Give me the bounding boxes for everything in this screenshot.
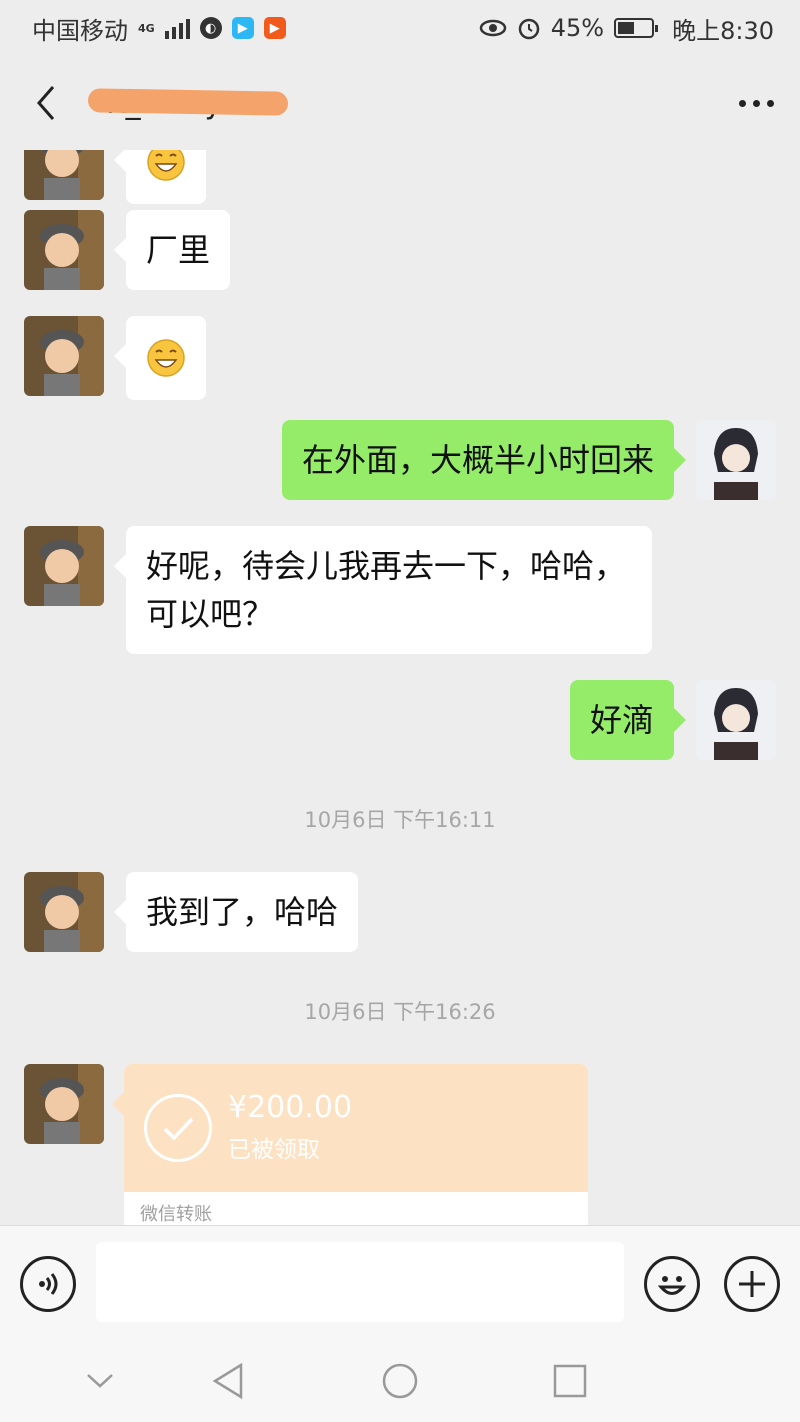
video-app-icon: ▶ <box>231 17 254 39</box>
message-text: 我到了，哈哈 <box>146 893 339 931</box>
message-text: 厂里 <box>146 231 211 269</box>
message-bubble[interactable] <box>114 150 206 204</box>
self-avatar[interactable] <box>696 420 776 500</box>
transfer-card[interactable]: ¥200.00 已被领取 微信转账 <box>124 1064 588 1225</box>
collapse-icon[interactable] <box>80 1361 120 1401</box>
message-bubble[interactable]: 好滴 <box>569 680 687 760</box>
clock: 晚上8:30 <box>672 16 774 45</box>
contact-avatar[interactable] <box>24 150 104 200</box>
self-avatar[interactable] <box>696 680 776 760</box>
recents-nav-icon[interactable] <box>550 1361 590 1401</box>
back-nav-icon[interactable] <box>208 1361 248 1401</box>
contact-avatar[interactable] <box>24 872 104 952</box>
message-text: 在外面，大概半小时回来 <box>301 441 654 479</box>
contact-avatar[interactable] <box>24 1064 104 1144</box>
message-text: 好滴 <box>589 701 654 739</box>
transfer-amount: ¥200.00 <box>228 1090 353 1125</box>
back-icon[interactable] <box>26 83 66 123</box>
media-app-icon: ▶ <box>263 17 286 39</box>
eye-icon <box>479 19 506 37</box>
battery-icon <box>614 18 659 38</box>
message-bubble[interactable]: 我到了，哈哈 <box>113 872 359 952</box>
contact-avatar[interactable] <box>24 210 104 290</box>
message-list[interactable]: 厂里 在外面，大概半小时回来 好呢，待会儿我再去一下，哈哈，可以吧？ 好滴 10… <box>0 150 800 1225</box>
transfer-tail <box>112 1092 124 1116</box>
message-bubble[interactable]: 在外面，大概半小时回来 <box>281 420 687 500</box>
check-circle-icon <box>144 1094 212 1162</box>
grinning-face-icon <box>147 339 185 377</box>
contact-avatar[interactable] <box>24 316 104 396</box>
signal-icon <box>164 17 190 39</box>
message-text: 好呢，待会儿我再去一下，哈哈，可以吧？ <box>146 547 627 633</box>
message-input[interactable] <box>96 1242 624 1322</box>
chat-header: K_Lemy <box>0 56 800 150</box>
carrier-name: 中国移动 <box>32 16 128 45</box>
transfer-status: 已被领取 <box>228 1137 320 1163</box>
chat-title: K_Lemy <box>87 86 289 121</box>
voice-icon[interactable] <box>20 1256 76 1312</box>
transfer-label: 微信转账 <box>140 1204 212 1225</box>
contact-avatar[interactable] <box>24 526 104 606</box>
status-right: 45% 晚上8:30 <box>479 11 774 46</box>
network-type: 4G <box>138 21 155 35</box>
grinning-face-icon <box>147 150 185 181</box>
message-bubble[interactable]: 好呢，待会儿我再去一下，哈哈，可以吧？ <box>114 526 652 654</box>
message-bubble[interactable] <box>114 316 206 400</box>
status-bar: 中国移动 4G ◐ ▶ ▶ 45% 晚上8:30 <box>0 0 800 56</box>
battery-percent: 45% <box>550 14 605 42</box>
timestamp: 10月6日 下午16:26 <box>304 1000 496 1024</box>
input-bar <box>0 1225 800 1341</box>
redaction-scribble <box>87 87 289 116</box>
more-options-icon[interactable] <box>739 99 774 107</box>
transfer-header: ¥200.00 已被领取 <box>124 1064 588 1192</box>
plus-icon[interactable] <box>724 1256 780 1312</box>
message-bubble[interactable]: 厂里 <box>113 210 231 290</box>
alarm-icon <box>518 18 539 40</box>
status-left: 中国移动 4G ◐ ▶ ▶ <box>32 11 286 46</box>
home-nav-icon[interactable] <box>380 1361 420 1401</box>
system-nav-bar <box>0 1341 800 1422</box>
timestamp: 10月6日 下午16:11 <box>304 808 496 832</box>
emoji-icon[interactable] <box>644 1256 700 1312</box>
browser-icon: ◐ <box>199 17 222 39</box>
